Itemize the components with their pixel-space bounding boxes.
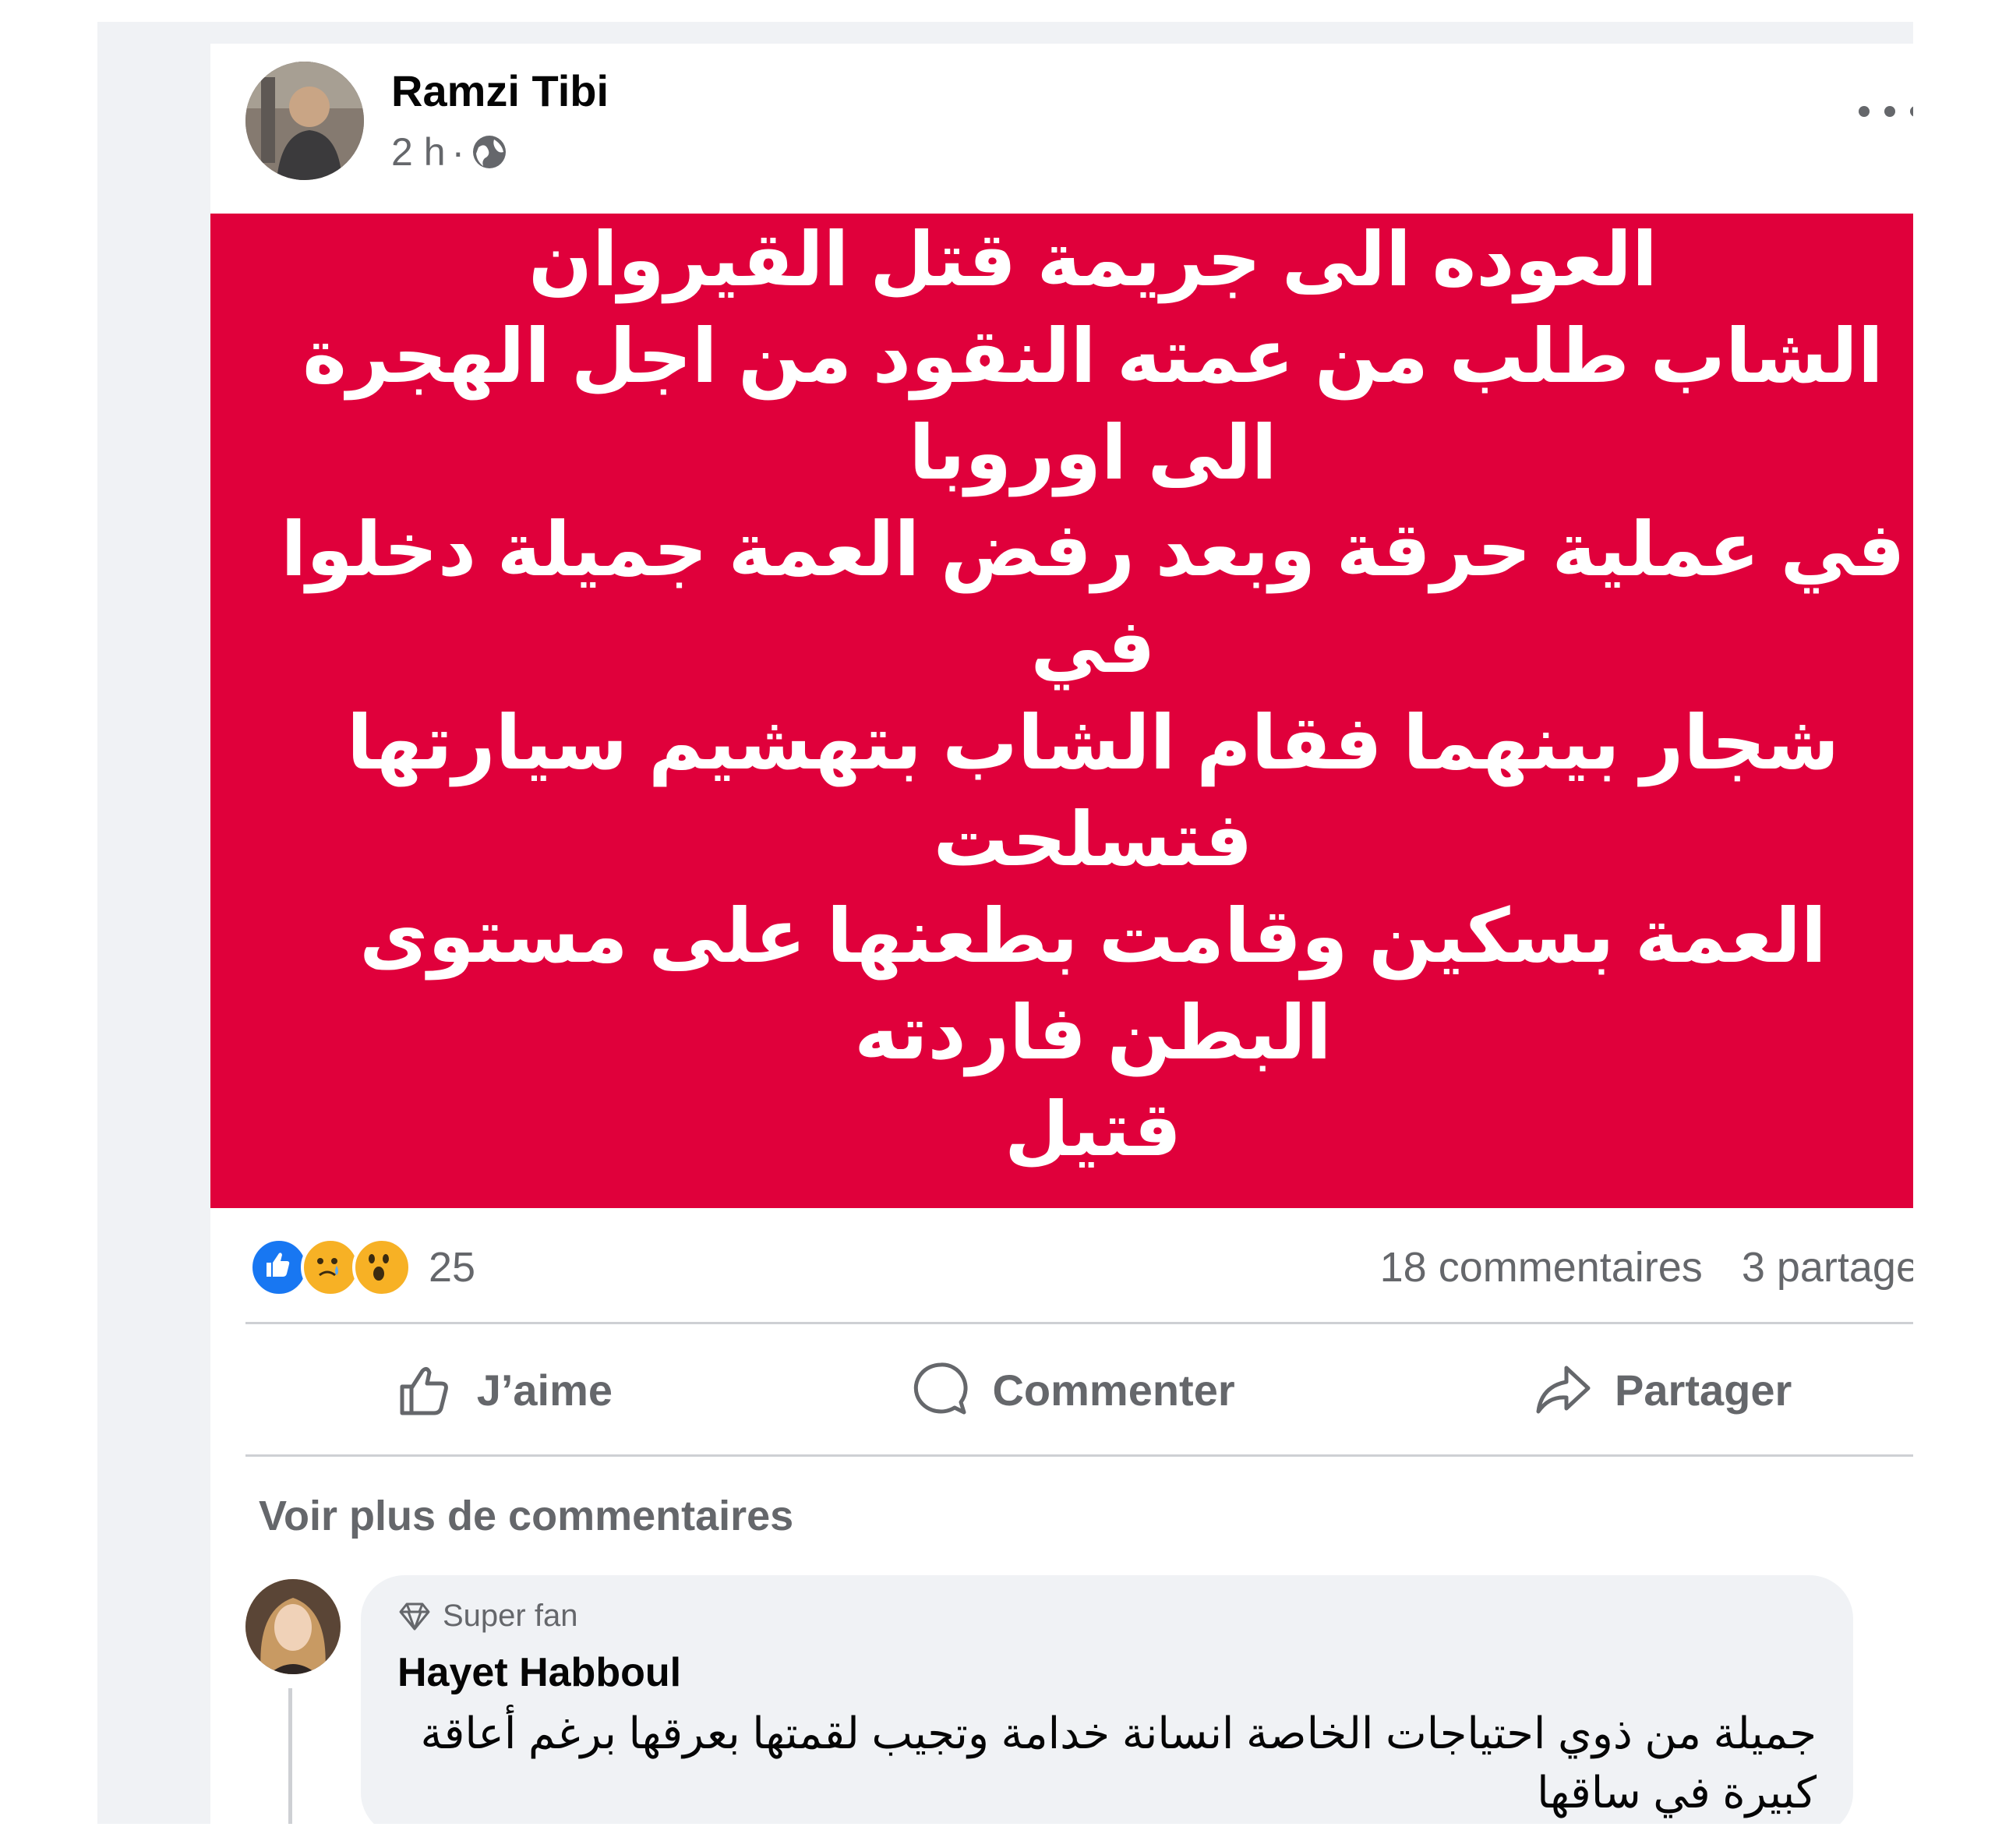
comment-button[interactable]: Commenter [909,1359,1235,1421]
globe-icon [473,136,507,168]
post-time[interactable]: 2 h [391,129,446,175]
post-card: Ramzi Tibi 2 h · العوده الى جريمة قتل ال… [210,44,1913,1824]
author-name[interactable]: Ramzi Tibi [391,65,609,116]
share-label: Partager [1615,1365,1792,1415]
super-fan-badge: Super fan [397,1599,577,1634]
wow-icon [352,1238,411,1297]
more-comments-link[interactable]: Voir plus de commentaires [259,1492,793,1540]
sad-icon [301,1238,360,1297]
like-label: J’aime [476,1365,613,1415]
divider [245,1454,1913,1457]
post-stats: 25 18 commentaires 3 partages [249,1228,1913,1306]
reaction-count: 25 [429,1244,476,1291]
comments-count[interactable]: 18 commentaires [1380,1243,1703,1291]
thumbs-up-icon [400,1366,448,1415]
author-avatar[interactable] [245,62,364,180]
comment-bubble-icon [914,1362,968,1415]
avatar-photo-icon [245,62,364,180]
like-icon [249,1238,309,1297]
comment-bubble: Super fan Hayet Habboul جميلة من ذوي احت… [361,1575,1853,1824]
meta-separator: · [451,130,465,174]
divider [245,1322,1913,1324]
feed-background: Ramzi Tibi 2 h · العوده الى جريمة قتل ال… [97,22,1913,1824]
diamond-icon [399,1602,430,1630]
share-button[interactable]: Partager [1532,1359,1792,1421]
reactions-summary[interactable]: 25 [249,1238,475,1297]
commenter-name[interactable]: Hayet Habboul [397,1649,681,1696]
comment-label: Commenter [992,1365,1235,1415]
shares-count[interactable]: 3 partages [1742,1243,1913,1291]
thread-line [288,1688,292,1824]
stats-right: 18 commentaires 3 partages [1380,1243,1913,1291]
avatar-photo-icon [245,1579,341,1674]
action-bar: J’aime Commenter Partager [245,1331,1913,1448]
badge-label: Super fan [443,1599,578,1633]
post-meta: 2 h · [391,129,508,175]
comment-text: جميلة من ذوي احتياجات الخاصة انسانة خدام… [420,1708,1817,1817]
banner-text: العوده الى جريمة قتل القيروان الشاب طلب … [281,218,1905,1171]
commenter-avatar[interactable] [245,1579,341,1674]
post-text-banner: العوده الى جريمة قتل القيروان الشاب طلب … [210,214,1913,1208]
like-button[interactable]: J’aime [394,1359,613,1421]
more-options-icon[interactable] [1859,100,1913,123]
share-arrow-icon [1536,1366,1591,1414]
